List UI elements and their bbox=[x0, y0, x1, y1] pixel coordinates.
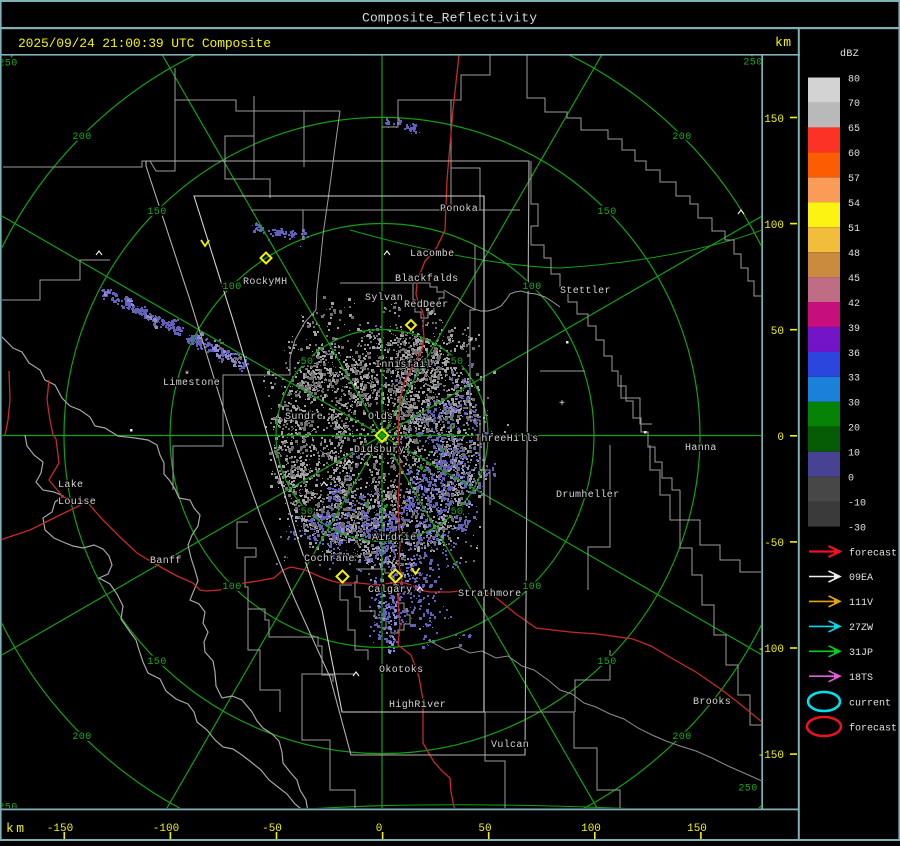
svg-text:50: 50 bbox=[478, 823, 491, 835]
svg-text:Ponoka: Ponoka bbox=[440, 203, 478, 215]
svg-text:Cochrane: Cochrane bbox=[304, 553, 355, 565]
svg-text:80: 80 bbox=[848, 74, 860, 85]
svg-text:current: current bbox=[849, 698, 891, 709]
svg-text:65: 65 bbox=[848, 124, 860, 135]
svg-text:48: 48 bbox=[848, 249, 860, 260]
svg-text:+: + bbox=[559, 399, 565, 410]
svg-text:250: 250 bbox=[743, 58, 762, 69]
svg-text:Louise: Louise bbox=[58, 496, 96, 508]
svg-text:-100: -100 bbox=[153, 823, 179, 835]
svg-text:200: 200 bbox=[672, 732, 691, 743]
svg-text:51: 51 bbox=[848, 224, 860, 235]
svg-text:Olds: Olds bbox=[368, 411, 393, 423]
svg-text:100: 100 bbox=[581, 823, 601, 835]
svg-text:100: 100 bbox=[222, 582, 241, 593]
svg-text:Composite_Reflectivity: Composite_Reflectivity bbox=[362, 11, 537, 26]
svg-text:-100: -100 bbox=[758, 644, 784, 656]
svg-text:0: 0 bbox=[777, 432, 784, 444]
svg-text:36: 36 bbox=[848, 349, 860, 360]
svg-text:Okotoks: Okotoks bbox=[379, 664, 423, 676]
svg-text:150: 150 bbox=[597, 657, 616, 668]
svg-text:RedDeer: RedDeer bbox=[404, 299, 448, 311]
svg-text:-10: -10 bbox=[848, 498, 866, 509]
svg-text:Lacombe: Lacombe bbox=[410, 248, 454, 260]
svg-text:150: 150 bbox=[764, 114, 784, 126]
svg-text:50: 50 bbox=[451, 507, 464, 518]
svg-text:70: 70 bbox=[848, 99, 860, 110]
svg-text:200: 200 bbox=[672, 132, 691, 143]
svg-text:-30: -30 bbox=[848, 523, 866, 534]
svg-text:Blackfalds: Blackfalds bbox=[395, 273, 459, 285]
svg-text:150: 150 bbox=[147, 207, 166, 218]
svg-text:39: 39 bbox=[848, 324, 860, 335]
svg-text:09EA: 09EA bbox=[849, 573, 873, 584]
svg-text:HighRiver: HighRiver bbox=[389, 699, 446, 711]
svg-text:27ZW: 27ZW bbox=[849, 623, 873, 634]
svg-text:-150: -150 bbox=[758, 750, 784, 762]
svg-text:31JP: 31JP bbox=[849, 648, 873, 659]
svg-text:-50: -50 bbox=[764, 538, 784, 550]
svg-text:Calgary: Calgary bbox=[368, 584, 412, 596]
svg-text:50: 50 bbox=[301, 357, 314, 368]
svg-text:111V: 111V bbox=[849, 598, 873, 609]
svg-text:150: 150 bbox=[687, 823, 707, 835]
svg-text:60: 60 bbox=[848, 149, 860, 160]
svg-text:Strathmore: Strathmore bbox=[458, 588, 522, 600]
svg-text:250: 250 bbox=[738, 784, 757, 795]
svg-text:200: 200 bbox=[72, 732, 91, 743]
svg-text:forecast: forecast bbox=[849, 722, 897, 734]
svg-text:km: km bbox=[775, 35, 791, 50]
svg-text:forecast: forecast bbox=[849, 547, 897, 559]
svg-text:50: 50 bbox=[771, 326, 784, 338]
svg-text:100: 100 bbox=[522, 282, 541, 293]
svg-text:2025/09/24 21:00:39 UTC Compos: 2025/09/24 21:00:39 UTC Composite bbox=[18, 36, 271, 51]
svg-text:150: 150 bbox=[147, 657, 166, 668]
svg-text:Limestone: Limestone bbox=[163, 377, 220, 389]
svg-text:ThreeHills: ThreeHills bbox=[475, 433, 539, 445]
svg-text:Innisfail: Innisfail bbox=[375, 359, 432, 371]
svg-text:-150: -150 bbox=[47, 823, 73, 835]
svg-text:Brooks: Brooks bbox=[693, 696, 731, 708]
svg-text:Sylvan: Sylvan bbox=[365, 292, 403, 304]
svg-text:RockyMH: RockyMH bbox=[243, 276, 287, 288]
svg-text:0: 0 bbox=[376, 823, 383, 835]
svg-text:*: * bbox=[184, 370, 190, 382]
svg-text:42: 42 bbox=[848, 299, 860, 310]
svg-text:250: 250 bbox=[0, 59, 18, 70]
svg-text:200: 200 bbox=[72, 132, 91, 143]
svg-text:100: 100 bbox=[522, 582, 541, 593]
svg-text:Stettler: Stettler bbox=[560, 285, 611, 297]
svg-text:Sundre: Sundre bbox=[285, 411, 323, 423]
svg-text:Vulcan: Vulcan bbox=[491, 739, 529, 751]
svg-text:50: 50 bbox=[451, 357, 464, 368]
svg-text:Airdrie: Airdrie bbox=[372, 532, 416, 544]
svg-text:20: 20 bbox=[848, 424, 860, 435]
svg-text:Lake: Lake bbox=[58, 479, 83, 491]
svg-text:54: 54 bbox=[848, 199, 860, 210]
svg-text:30: 30 bbox=[848, 399, 860, 410]
svg-text:Drumheller: Drumheller bbox=[556, 489, 620, 501]
svg-text:45: 45 bbox=[848, 274, 860, 285]
svg-text:150: 150 bbox=[597, 207, 616, 218]
svg-text:57: 57 bbox=[848, 174, 860, 185]
svg-text:100: 100 bbox=[764, 220, 784, 232]
svg-text:*: * bbox=[468, 337, 474, 349]
svg-text:Didsbury: Didsbury bbox=[354, 444, 405, 456]
svg-text:18TS: 18TS bbox=[849, 673, 873, 684]
svg-text:33: 33 bbox=[848, 374, 860, 385]
svg-text:100: 100 bbox=[222, 282, 241, 293]
svg-text:-50: -50 bbox=[262, 823, 282, 835]
svg-text:Hanna: Hanna bbox=[685, 443, 717, 454]
svg-text:10: 10 bbox=[848, 449, 860, 460]
svg-text:dBZ: dBZ bbox=[840, 48, 859, 60]
svg-text:0: 0 bbox=[848, 474, 854, 485]
svg-text:Banff: Banff bbox=[150, 555, 182, 567]
svg-text:50: 50 bbox=[301, 507, 314, 518]
